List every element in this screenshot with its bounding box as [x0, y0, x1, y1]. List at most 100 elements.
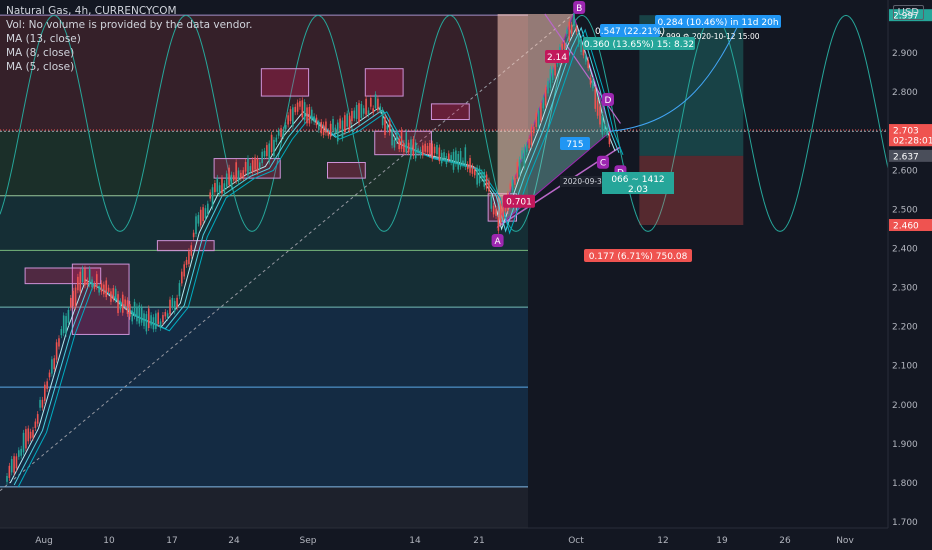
candle [426, 145, 429, 153]
candle [294, 106, 297, 113]
candle [563, 43, 566, 50]
candle [268, 143, 271, 162]
candle [346, 113, 348, 127]
candle [303, 102, 306, 121]
candle [483, 171, 486, 187]
candle [339, 118, 341, 129]
candle [18, 450, 20, 457]
candle [79, 271, 82, 292]
candle [488, 180, 490, 192]
currency-button[interactable]: USD [892, 5, 924, 20]
candle [412, 138, 415, 156]
candle [55, 342, 58, 360]
candle [566, 29, 568, 34]
candle [410, 139, 412, 157]
candle [202, 207, 204, 222]
chart-canvas[interactable]: ABCDD0.7012.147150.284 (10.46%) in 11d 2… [0, 0, 932, 550]
candle [188, 251, 190, 265]
candle [22, 432, 25, 453]
candle [471, 166, 474, 174]
candle [77, 276, 79, 291]
candle [254, 157, 256, 170]
candle [601, 115, 604, 135]
candle [334, 127, 337, 133]
candle [332, 119, 334, 130]
candle [107, 287, 110, 292]
candle [452, 151, 455, 170]
candle [209, 192, 211, 199]
candle [228, 167, 230, 185]
candle [438, 147, 441, 162]
candle [114, 288, 117, 300]
candle [521, 150, 523, 159]
candle [422, 145, 424, 156]
time-tick-label: 12 [657, 536, 668, 546]
candle [537, 110, 540, 127]
candle [348, 115, 351, 130]
candle [599, 106, 601, 125]
candle [166, 313, 169, 318]
candle [407, 142, 410, 153]
price-tick-label: 2.100 [892, 362, 918, 372]
candle [514, 177, 516, 185]
candle [400, 130, 403, 149]
candle [29, 431, 32, 439]
candle [181, 271, 183, 284]
candle [126, 300, 129, 314]
ratio-label: 2.14 [547, 53, 567, 63]
candle [121, 294, 124, 313]
candle [329, 123, 332, 137]
candle [377, 98, 379, 111]
candle [178, 283, 181, 297]
price-tick-label: 2.800 [892, 88, 918, 98]
price-tick-label: 1.800 [892, 479, 918, 489]
candle [15, 456, 18, 469]
candle [336, 122, 339, 142]
candle [247, 158, 249, 176]
candle [32, 429, 34, 438]
candle [13, 456, 15, 473]
candle [457, 153, 460, 170]
candle [547, 80, 549, 94]
candle [287, 115, 289, 125]
candle [199, 209, 202, 226]
candle [34, 421, 37, 429]
candle [27, 428, 30, 442]
legend-ma5: MA (5, close) [6, 61, 75, 73]
candle [575, 27, 578, 32]
candle [464, 147, 467, 167]
candle [162, 315, 164, 323]
candle [171, 298, 174, 307]
candle [270, 134, 273, 153]
candle [235, 162, 237, 181]
candle [533, 126, 535, 134]
price-tick-label: 1.900 [892, 440, 918, 450]
candle [69, 297, 72, 308]
candle [20, 448, 22, 456]
ratio-label: 0.701 [506, 198, 532, 208]
candle [131, 310, 134, 322]
candle [103, 284, 105, 295]
candle [147, 308, 150, 328]
candle [280, 128, 282, 137]
candle [424, 143, 426, 152]
time-axis [0, 528, 888, 550]
candle [119, 301, 122, 310]
candle [237, 170, 240, 182]
candle [325, 121, 327, 133]
candle [417, 148, 419, 154]
candle [540, 102, 542, 121]
candle [580, 39, 582, 53]
candle [542, 97, 545, 109]
candle [573, 13, 575, 27]
price-zone [0, 195, 528, 251]
candle [242, 170, 245, 179]
candle [391, 129, 393, 146]
price-tick-label: 2.900 [892, 49, 918, 59]
candle [306, 107, 308, 124]
candle [195, 216, 197, 235]
candle [86, 280, 89, 285]
pattern-point-label: B [576, 4, 582, 14]
candle [398, 138, 400, 150]
candle [459, 151, 462, 167]
